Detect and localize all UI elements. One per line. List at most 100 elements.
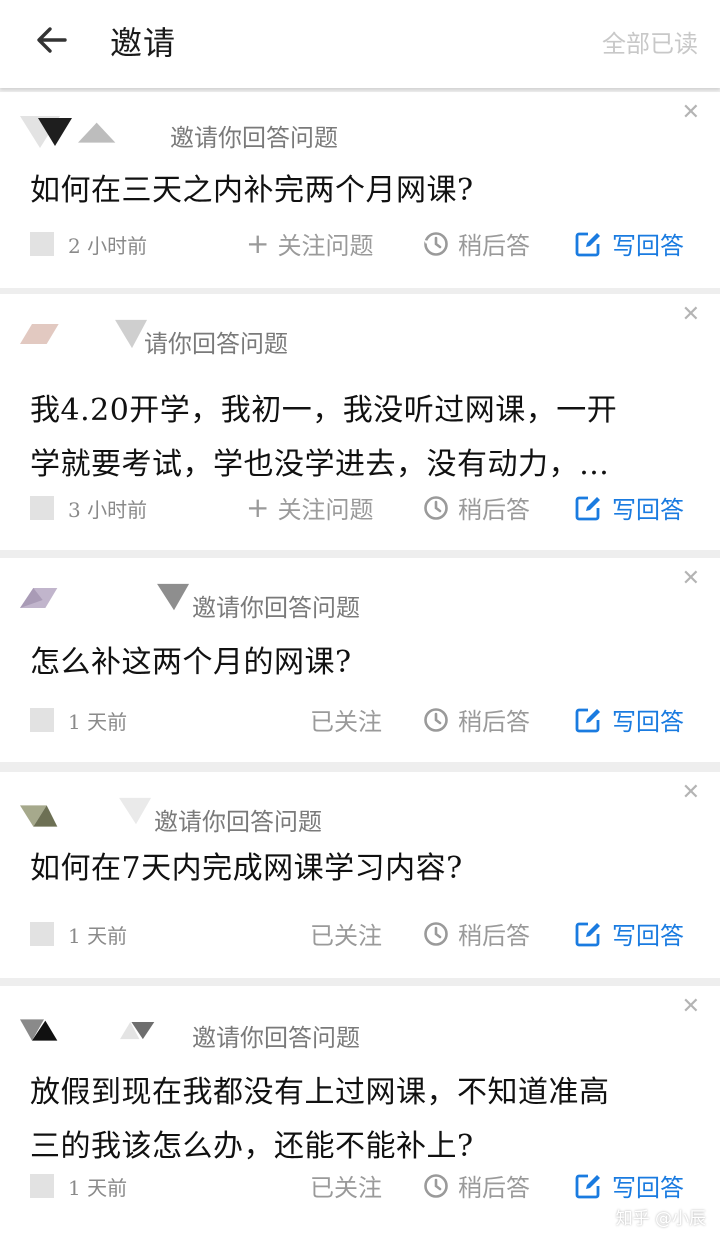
- later-label: 稍后答: [458, 496, 530, 524]
- later-label: 稍后答: [458, 708, 530, 736]
- edit-icon: [575, 232, 600, 256]
- question-line: 我4.20开学，我初一，我没听过网课，一开: [30, 393, 618, 428]
- clock-icon: [424, 921, 448, 946]
- close-icon[interactable]: ✕: [682, 996, 700, 1018]
- invitation-card: ✕ 邀请你回答问题 放假到现在我都没有上过网课，不知道准高 三的我该怎么办，还能…: [0, 986, 720, 1249]
- write-label: 写回答: [612, 708, 684, 736]
- clock-icon: [424, 231, 448, 256]
- write-answer-button[interactable]: 写回答: [574, 226, 684, 261]
- follow-question-button[interactable]: + 关注问题: [246, 490, 373, 525]
- clock-icon: [424, 1173, 448, 1198]
- invitation-card: ✕ 邀请你回答问题 怎么补这两个月的网课? 1 天前 已关注 稍后答 写回答: [0, 558, 720, 762]
- write-answer-button[interactable]: 写回答: [574, 702, 684, 737]
- question-line: 学就要考试，学也没学进去，没有动力，…: [30, 447, 610, 482]
- top-bar: 邀请 全部已读: [0, 0, 720, 88]
- invite-text: 邀请你回答问题: [154, 808, 322, 836]
- answer-later-button[interactable]: 稍后答: [422, 490, 530, 525]
- answer-later-button[interactable]: 稍后答: [422, 1168, 530, 1203]
- question-title[interactable]: 如何在7天内完成网课学习内容?: [30, 842, 463, 896]
- follow-question-button[interactable]: 已关注: [310, 1168, 382, 1203]
- inviter-row: 请你回答问题: [20, 316, 580, 358]
- topic-thumbnail: [30, 708, 54, 732]
- write-answer-button[interactable]: 写回答: [574, 490, 684, 525]
- blurred-avatar: [20, 588, 58, 608]
- question-title[interactable]: 放假到现在我都没有上过网课，不知道准高 三的我该怎么办，还能不能补上?: [30, 1066, 610, 1174]
- invite-text: 邀请你回答问题: [192, 594, 360, 622]
- write-answer-button[interactable]: 写回答: [574, 1168, 684, 1203]
- answer-later-button[interactable]: 稍后答: [422, 916, 530, 951]
- close-icon[interactable]: ✕: [682, 568, 700, 590]
- plus-icon: +: [246, 490, 270, 524]
- invitation-card: ✕ 邀请你回答问题 如何在7天内完成网课学习内容? 1 天前 已关注 稍后答 写…: [0, 772, 720, 978]
- back-button[interactable]: [28, 20, 76, 60]
- blurred-name: [119, 797, 152, 825]
- question-title[interactable]: 怎么补这两个月的网课?: [30, 636, 352, 690]
- edit-icon: [575, 922, 600, 946]
- write-answer-button[interactable]: 写回答: [574, 916, 684, 951]
- question-line: 放假到现在我都没有上过网课，不知道准高: [30, 1075, 610, 1110]
- question-title[interactable]: 我4.20开学，我初一，我没听过网课，一开 学就要考试，学也没学进去，没有动力，…: [30, 384, 617, 492]
- follow-label: 已关注: [310, 922, 382, 950]
- inviter-row: 邀请你回答问题: [20, 794, 580, 836]
- follow-label: 已关注: [310, 708, 382, 736]
- topic-thumbnail: [30, 496, 54, 520]
- question-line: 三的我该怎么办，还能不能补上?: [30, 1129, 474, 1164]
- edit-icon: [575, 1174, 600, 1198]
- timestamp: 1 天前: [68, 710, 128, 734]
- topic-thumbnail: [30, 232, 54, 256]
- invitation-card: ✕ 请你回答问题 我4.20开学，我初一，我没听过网课，一开 学就要考试，学也没…: [0, 294, 720, 550]
- answer-later-button[interactable]: 稍后答: [422, 226, 530, 261]
- blurred-avatar: [20, 1019, 58, 1041]
- answer-later-button[interactable]: 稍后答: [422, 702, 530, 737]
- action-row: 1 天前 已关注 稍后答 写回答: [0, 1168, 720, 1208]
- timestamp: 1 天前: [68, 924, 128, 948]
- invitation-card: ✕ 邀请你回答问题 如何在三天之内补完两个月网课? 2 小时前 + 关注问题 稍…: [0, 92, 720, 288]
- timestamp: 3 小时前: [68, 498, 148, 522]
- invite-text: 邀请你回答问题: [170, 124, 338, 152]
- watermark: 知乎 @小辰: [615, 1209, 706, 1229]
- plus-icon: +: [246, 226, 270, 260]
- follow-question-button[interactable]: 已关注: [310, 916, 382, 951]
- action-row: 1 天前 已关注 稍后答 写回答: [0, 916, 720, 956]
- follow-label: 已关注: [310, 1174, 382, 1202]
- blurred-avatar: [38, 118, 72, 146]
- question-title[interactable]: 如何在三天之内补完两个月网课?: [30, 164, 474, 218]
- mark-all-read-button[interactable]: 全部已读: [602, 24, 698, 59]
- action-row: 1 天前 已关注 稍后答 写回答: [0, 702, 720, 742]
- later-label: 稍后答: [458, 1174, 530, 1202]
- close-icon[interactable]: ✕: [682, 304, 700, 326]
- invite-text: 请你回答问题: [144, 330, 288, 358]
- follow-label: 关注问题: [277, 232, 374, 260]
- blurred-avatar: [20, 324, 59, 344]
- follow-question-button[interactable]: 已关注: [310, 702, 382, 737]
- back-arrow-icon: [37, 27, 67, 53]
- later-label: 稍后答: [458, 922, 530, 950]
- blurred-name: [157, 583, 190, 611]
- action-row: 2 小时前 + 关注问题 稍后答 写回答: [0, 226, 720, 266]
- topic-thumbnail: [30, 1174, 54, 1198]
- clock-icon: [424, 707, 448, 732]
- page-title: 邀请: [110, 24, 177, 62]
- write-label: 写回答: [612, 232, 684, 260]
- blurred-name: [120, 1022, 155, 1040]
- timestamp: 1 天前: [68, 1176, 128, 1200]
- timestamp: 2 小时前: [68, 234, 148, 258]
- inviter-row: 邀请你回答问题: [20, 1008, 580, 1052]
- edit-icon: [575, 496, 600, 520]
- clock-icon: [424, 495, 448, 520]
- action-row: 3 小时前 + 关注问题 稍后答 写回答: [0, 490, 720, 530]
- inviter-row: 邀请你回答问题: [20, 580, 580, 622]
- topic-thumbnail: [30, 922, 54, 946]
- follow-question-button[interactable]: + 关注问题: [246, 226, 373, 261]
- follow-label: 关注问题: [277, 496, 374, 524]
- invite-text: 邀请你回答问题: [192, 1024, 360, 1052]
- write-label: 写回答: [612, 1174, 684, 1202]
- close-icon[interactable]: ✕: [682, 782, 700, 804]
- close-icon[interactable]: ✕: [682, 102, 700, 124]
- write-label: 写回答: [612, 922, 684, 950]
- blurred-avatar: [20, 805, 58, 827]
- later-label: 稍后答: [458, 232, 530, 260]
- edit-icon: [575, 708, 600, 732]
- write-label: 写回答: [612, 496, 684, 524]
- blurred-name: [78, 122, 116, 143]
